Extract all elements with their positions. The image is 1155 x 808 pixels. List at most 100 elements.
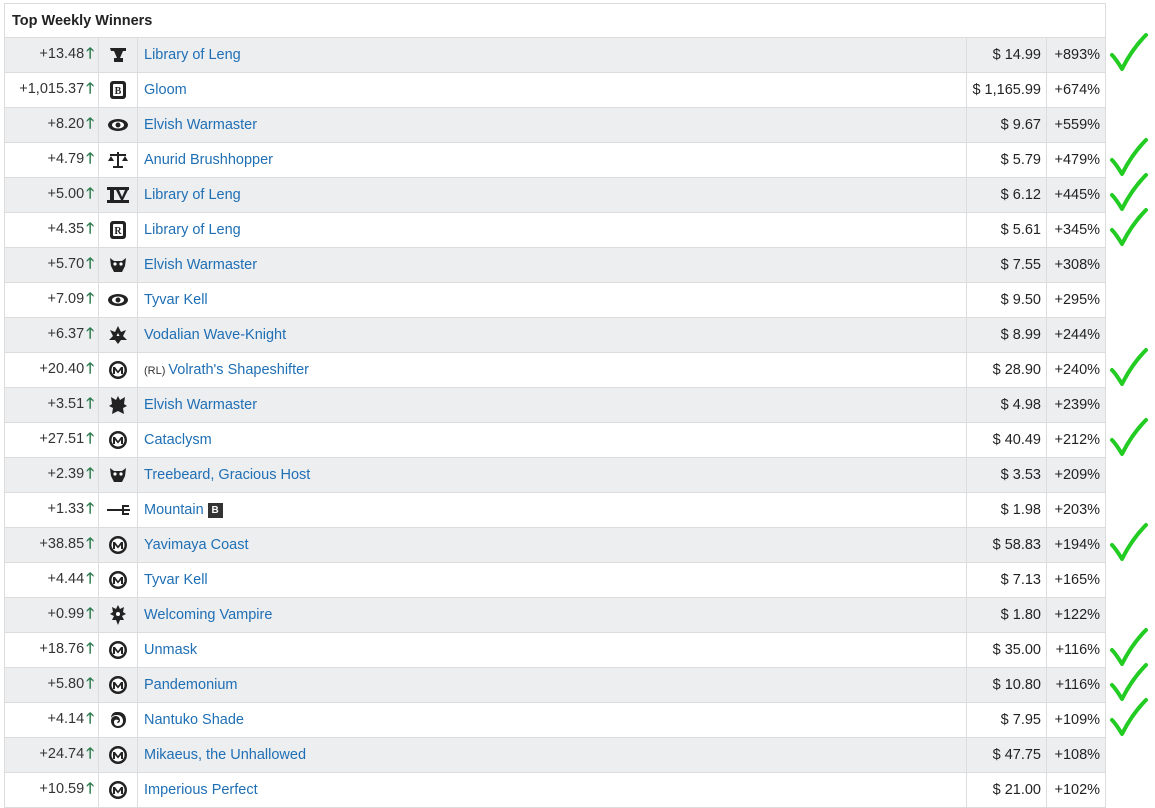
card-name-link[interactable]: Vodalian Wave-Knight <box>144 327 286 343</box>
table-row: +5.80 🡑 Pandemonium $ 10.80 +116% <box>4 667 1107 703</box>
set-symbol-m-icon <box>98 562 138 598</box>
card-name-cell: Welcoming Vampire <box>137 597 967 633</box>
price-cell: $ 35.00 <box>966 632 1047 668</box>
set-symbol-spire-icon <box>98 317 138 353</box>
card-name-link[interactable]: Mikaeus, the Unhallowed <box>144 747 306 763</box>
price-cell: $ 9.50 <box>966 282 1047 318</box>
table-row: +2.39 🡑 Treebeard, Gracious Host $ 3.53 +209… <box>4 457 1107 493</box>
price-change-cell: +5.00 🡑 <box>4 177 99 213</box>
checkmark-icon <box>1110 698 1148 736</box>
up-arrow-icon: 🡑 <box>86 359 94 377</box>
up-arrow-icon: 🡑 <box>86 254 94 272</box>
price-change-value: +0.99 <box>47 605 85 622</box>
percent-change-cell: +212% <box>1045 422 1107 458</box>
card-name-link[interactable]: Library of Leng <box>144 222 241 238</box>
set-symbol-eye-icon <box>98 107 138 143</box>
svg-text:B: B <box>115 86 122 97</box>
price-change-value: +5.70 <box>47 255 85 272</box>
price-change-cell: +10.59 🡑 <box>4 772 99 808</box>
up-arrow-icon: 🡑 <box>86 464 94 482</box>
price-change-value: +1,015.37 <box>19 80 85 97</box>
table-row: +20.40 🡑 (RL) Volrath's Shapeshifter $ 28.90… <box>4 352 1107 388</box>
card-name-cell: Nantuko Shade <box>137 702 967 738</box>
set-symbol-swirl-icon <box>98 702 138 738</box>
card-name-link[interactable]: Elvish Warmaster <box>144 397 257 413</box>
card-name-cell: Unmask <box>137 632 967 668</box>
card-name-link[interactable]: Volrath's Shapeshifter <box>168 362 309 378</box>
price-change-cell: +27.51 🡑 <box>4 422 99 458</box>
set-symbol-scales-icon <box>98 142 138 178</box>
table-row: +4.35 🡑 R Library of Leng $ 5.61 +345% <box>4 212 1107 248</box>
card-name-cell: Cataclysm <box>137 422 967 458</box>
card-name-cell: Elvish Warmaster <box>137 107 967 143</box>
percent-change-cell: +122% <box>1045 597 1107 633</box>
table-row: +1.33 🡑 Mountain B $ 1.98 +203% <box>4 492 1107 528</box>
price-change-value: +4.14 <box>47 710 85 727</box>
card-name-link[interactable]: Nantuko Shade <box>144 712 244 728</box>
price-cell: $ 5.79 <box>966 142 1047 178</box>
card-name-cell: Library of Leng <box>137 37 967 73</box>
price-change-value: +8.20 <box>47 115 85 132</box>
price-cell: $ 21.00 <box>966 772 1047 808</box>
set-symbol-m-icon <box>98 527 138 563</box>
set-symbol-m-icon <box>98 772 138 808</box>
card-name-cell: Treebeard, Gracious Host <box>137 457 967 493</box>
price-change-value: +7.09 <box>47 290 85 307</box>
set-symbol-card-b-icon: B <box>98 72 138 108</box>
card-name-link[interactable]: Tyvar Kell <box>144 292 208 308</box>
price-cell: $ 40.49 <box>966 422 1047 458</box>
price-cell: $ 8.99 <box>966 317 1047 353</box>
set-symbol-m-icon <box>98 667 138 703</box>
percent-change-cell: +116% <box>1045 667 1107 703</box>
percent-change-cell: +116% <box>1045 632 1107 668</box>
up-arrow-icon: 🡑 <box>86 639 94 657</box>
set-symbol-card-r-icon: R <box>98 212 138 248</box>
card-name-link[interactable]: Anurid Brushhopper <box>144 152 273 168</box>
table-row: +13.48 🡑 Library of Leng $ 14.99 +893% <box>4 37 1107 73</box>
percent-change-cell: +165% <box>1045 562 1107 598</box>
card-name-link[interactable]: Gloom <box>144 82 187 98</box>
card-name-link[interactable]: Imperious Perfect <box>144 782 258 798</box>
card-name-link[interactable]: Elvish Warmaster <box>144 117 257 133</box>
percent-change-cell: +109% <box>1045 702 1107 738</box>
percent-change-cell: +240% <box>1045 352 1107 388</box>
price-change-value: +4.79 <box>47 150 85 167</box>
table-row: +8.20 🡑 Elvish Warmaster $ 9.67 +559% <box>4 107 1107 143</box>
card-name-cell: Mountain B <box>137 492 967 528</box>
percent-change-cell: +345% <box>1045 212 1107 248</box>
card-name-link[interactable]: Cataclysm <box>144 432 212 448</box>
price-change-value: +13.48 <box>39 45 85 62</box>
percent-change-cell: +203% <box>1045 492 1107 528</box>
price-cell: $ 5.61 <box>966 212 1047 248</box>
checkmark-icon <box>1110 523 1148 561</box>
price-change-cell: +7.09 🡑 <box>4 282 99 318</box>
card-name-link[interactable]: Pandemonium <box>144 677 238 693</box>
price-cell: $ 7.55 <box>966 247 1047 283</box>
set-symbol-m-icon <box>98 352 138 388</box>
price-change-value: +4.44 <box>47 570 85 587</box>
up-arrow-icon: 🡑 <box>86 184 94 202</box>
card-name-link[interactable]: Mountain <box>144 502 204 518</box>
card-name-cell: Tyvar Kell <box>137 282 967 318</box>
card-name-link[interactable]: Library of Leng <box>144 187 241 203</box>
card-name-cell: Gloom <box>137 72 967 108</box>
card-name-link[interactable]: Yavimaya Coast <box>144 537 249 553</box>
card-name-link[interactable]: Unmask <box>144 642 197 658</box>
price-change-cell: +1,015.37 🡑 <box>4 72 99 108</box>
card-name-link[interactable]: Welcoming Vampire <box>144 607 272 623</box>
price-change-cell: +0.99 🡑 <box>4 597 99 633</box>
price-cell: $ 1.80 <box>966 597 1047 633</box>
card-name-link[interactable]: Tyvar Kell <box>144 572 208 588</box>
price-change-cell: +2.39 🡑 <box>4 457 99 493</box>
card-name-link[interactable]: Library of Leng <box>144 47 241 63</box>
up-arrow-icon: 🡑 <box>86 499 94 517</box>
set-symbol-m-icon <box>98 737 138 773</box>
card-name-cell: (RL) Volrath's Shapeshifter <box>137 352 967 388</box>
price-change-cell: +13.48 🡑 <box>4 37 99 73</box>
price-change-cell: +4.79 🡑 <box>4 142 99 178</box>
checkmark-icon <box>1110 33 1148 71</box>
table-row: +5.70 🡑 Elvish Warmaster $ 7.55 +308% <box>4 247 1107 283</box>
price-change-value: +5.00 <box>47 185 85 202</box>
card-name-link[interactable]: Elvish Warmaster <box>144 257 257 273</box>
card-name-link[interactable]: Treebeard, Gracious Host <box>144 467 310 483</box>
